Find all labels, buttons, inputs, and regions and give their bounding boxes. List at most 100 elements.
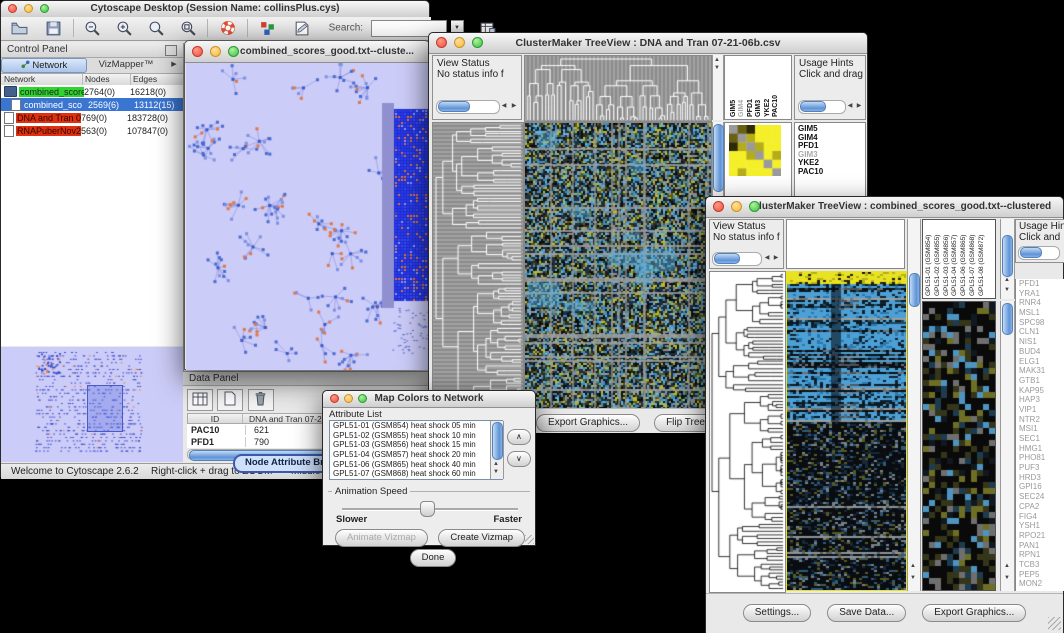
attribute-list[interactable]: GPL51-01 (GSM854) heat shock 05 minGPL51… (329, 420, 503, 480)
column-label[interactable]: PAC10 (772, 59, 779, 117)
gene-label[interactable]: PAC10 (798, 168, 865, 177)
minimize-button[interactable] (24, 4, 33, 13)
gene-label[interactable]: SEC24 (1019, 492, 1064, 502)
gene-label[interactable]: BUD4 (1019, 347, 1064, 357)
tv2-genes-vscrollbar[interactable]: ▲ ▼ (1000, 301, 1015, 591)
scroll-left-arrow[interactable]: ◀ (499, 103, 509, 110)
tab-vizmapper[interactable]: VizMapper™ (87, 58, 165, 73)
resize-grip[interactable] (525, 535, 534, 544)
column-label[interactable]: GPL51-08 (GSM872) (978, 222, 985, 296)
gene-label[interactable]: CPA2 (1019, 502, 1064, 512)
col-nodes[interactable]: Nodes (83, 74, 131, 85)
tv2-submatrix-heatmap[interactable] (922, 301, 996, 591)
gene-label[interactable]: SEC1 (1019, 434, 1064, 444)
delete-attribute-icon[interactable] (248, 389, 274, 411)
tab-overflow-arrow[interactable]: ▶ (165, 58, 183, 73)
gene-label[interactable]: NIS1 (1019, 337, 1064, 347)
gene-label[interactable]: PHO81 (1019, 453, 1064, 463)
tab-network[interactable]: Network (1, 58, 87, 73)
done-button[interactable]: Done (410, 549, 457, 567)
gene-label[interactable]: HMG1 (1019, 444, 1064, 454)
column-label[interactable]: GPL51-01 (GSM854) (925, 222, 932, 296)
network-row[interactable]: RNAPuberNov2+| 563(0) 107847(0) (1, 124, 183, 137)
gene-label[interactable]: HAP3 (1019, 395, 1064, 405)
gene-label[interactable]: GTB1 (1019, 376, 1064, 386)
usage-hints-hscrollbar[interactable] (798, 100, 846, 114)
zoom-fit-icon[interactable] (148, 20, 165, 37)
open-icon[interactable] (11, 20, 28, 37)
animation-speed-slider-thumb[interactable] (420, 501, 435, 517)
zoom-button[interactable] (228, 46, 239, 57)
attribute-item[interactable]: GPL51-03 (GSM856) heat shock 15 min (330, 440, 502, 450)
view-status-hscrollbar[interactable] (436, 100, 500, 114)
network-view-titlebar[interactable]: combined_scores_good.txt--cluste... (185, 41, 429, 63)
network-row[interactable]: combined_sco 2569(6) 13112(15) (1, 98, 183, 111)
gene-label[interactable]: TCB3 (1019, 560, 1064, 570)
column-label[interactable]: GPL51-04 (GSM857) (951, 222, 958, 296)
close-button[interactable] (713, 201, 724, 212)
column-label[interactable]: PFD1 (747, 59, 754, 117)
gene-label[interactable]: NTR2 (1019, 415, 1064, 425)
minimize-button[interactable] (344, 394, 353, 403)
close-button[interactable] (436, 37, 447, 48)
tv1-column-dendrogram[interactable] (524, 55, 712, 122)
zoom-out-icon[interactable] (84, 20, 101, 37)
column-label[interactable]: GPL51-07 (GSM868) (969, 222, 976, 296)
network-overview-panel[interactable] (1, 347, 183, 462)
gene-label[interactable]: RNR4 (1019, 298, 1064, 308)
treeview-action-button[interactable]: Export Graphics... (536, 414, 640, 432)
treeview2-titlebar[interactable]: ClusterMaker TreeView : combined_scores_… (706, 197, 1063, 218)
new-attribute-icon[interactable] (217, 389, 243, 411)
minimize-button[interactable] (210, 46, 221, 57)
gene-label[interactable]: MSI1 (1019, 424, 1064, 434)
attribute-item[interactable]: GPL51-07 (GSM868) heat shock 60 min (330, 469, 502, 479)
overview-viewport-rect[interactable] (87, 385, 123, 432)
tv1-heatmap[interactable] (524, 122, 712, 410)
help-icon[interactable] (219, 19, 237, 37)
tv2-row-dendrogram[interactable] (709, 271, 786, 593)
tv1-submatrix-heatmap[interactable] (729, 125, 781, 176)
close-button[interactable] (330, 394, 339, 403)
column-label[interactable]: GIM4 (738, 59, 745, 117)
gene-label[interactable]: PEP5 (1019, 570, 1064, 580)
tv1-column-scroll-strip[interactable]: ▲ ▼ (712, 55, 724, 120)
annotation-icon[interactable] (293, 20, 310, 37)
attribute-item[interactable]: GPL51-02 (GSM855) heat shock 10 min (330, 431, 502, 441)
gene-label[interactable]: VIP1 (1019, 405, 1064, 415)
gene-label[interactable]: PAN1 (1019, 541, 1064, 551)
animate-vizmap-button[interactable]: Animate Vizmap (335, 529, 428, 547)
column-label[interactable]: GIM5 (730, 59, 737, 117)
close-button[interactable] (192, 46, 203, 57)
column-label[interactable]: GPL51-03 (GSM856) (943, 222, 950, 296)
gene-label[interactable]: SPC98 (1019, 318, 1064, 328)
treeview-action-button[interactable]: Save Data... (827, 604, 906, 622)
float-panel-icon[interactable] (165, 45, 177, 56)
col-edges[interactable]: Edges (131, 74, 183, 85)
tv2-column-tree-area[interactable] (786, 219, 905, 269)
gene-label[interactable]: FIG4 (1019, 512, 1064, 522)
zoom-button[interactable] (472, 37, 483, 48)
treeview-action-button[interactable]: Settings... (743, 604, 811, 622)
attribute-item[interactable]: GPL51-01 (GSM854) heat shock 05 min (330, 421, 502, 431)
close-button[interactable] (8, 4, 17, 13)
create-vizmap-button[interactable]: Create Vizmap (438, 529, 525, 547)
zoom-in-icon[interactable] (116, 20, 133, 37)
move-attribute-down-button[interactable]: ∨ (507, 451, 531, 467)
tv2-heatmap[interactable] (786, 271, 907, 591)
attribute-item[interactable]: GPL51-06 (GSM865) heat shock 40 min (330, 460, 502, 470)
column-label[interactable]: GIM3 (755, 59, 762, 117)
tv1-row-dendrogram[interactable] (432, 122, 524, 410)
network-canvas[interactable] (186, 63, 430, 370)
gene-label[interactable]: YSH1 (1019, 521, 1064, 531)
column-label[interactable]: GPL51-02 (GSM855) (934, 222, 941, 296)
column-label[interactable]: GPL51-06 (GSM865) (960, 222, 967, 296)
main-titlebar[interactable]: Cytoscape Desktop (Session Name: collins… (1, 1, 429, 18)
resize-grip[interactable] (1048, 617, 1061, 630)
scroll-right-arrow[interactable]: ▶ (509, 103, 519, 110)
network-row[interactable]: combined_scores 2764(0) 16218(0) (1, 85, 183, 98)
gene-label[interactable]: RPO21 (1019, 531, 1064, 541)
gene-label[interactable]: KAP95 (1019, 386, 1064, 396)
zoom-button[interactable] (358, 394, 367, 403)
vizmapper-icon[interactable] (259, 20, 276, 37)
col-network[interactable]: Network (1, 74, 83, 85)
